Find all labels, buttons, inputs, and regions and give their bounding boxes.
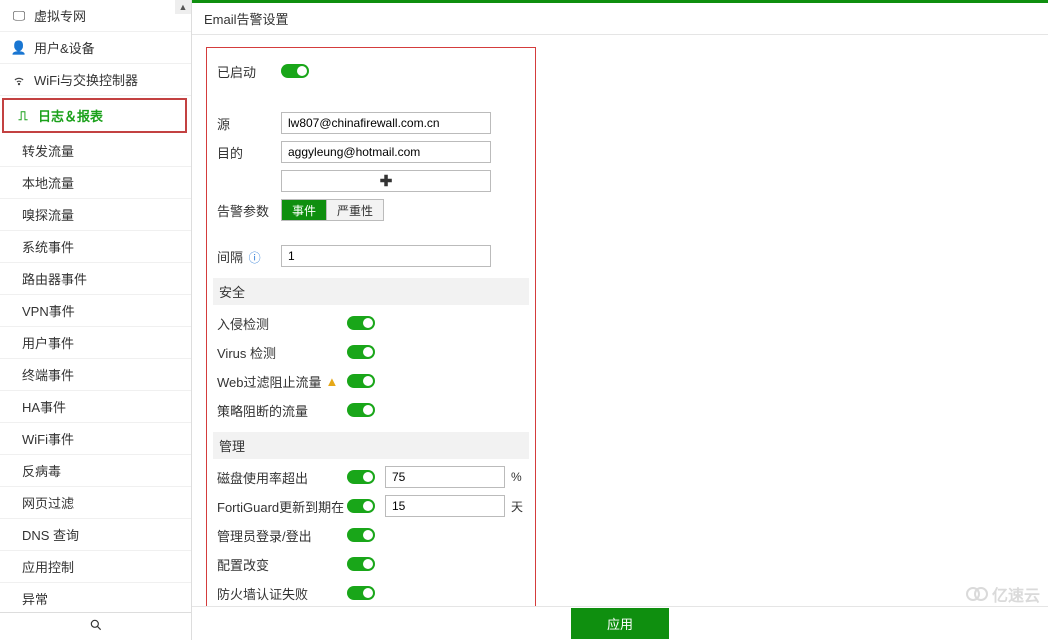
page-title: Email告警设置 bbox=[192, 3, 1048, 35]
tab-event[interactable]: 事件 bbox=[282, 200, 326, 220]
disk-label: 磁盘使用率超出 bbox=[217, 468, 347, 487]
source-input[interactable] bbox=[281, 112, 491, 134]
dest-label: 目的 bbox=[217, 143, 281, 162]
disk-toggle[interactable] bbox=[347, 470, 375, 484]
warning-icon: ▲ bbox=[326, 374, 339, 389]
settings-panel: 已启动 源 目的 ✚ bbox=[206, 47, 536, 640]
sec-item-1: Virus 检测 bbox=[217, 343, 347, 362]
sidebar-sub-6[interactable]: 用户事件 bbox=[0, 327, 191, 359]
section-manage: 管理 bbox=[213, 432, 529, 459]
sidebar-sub-0[interactable]: 转发流量 bbox=[0, 135, 191, 167]
enabled-toggle[interactable] bbox=[281, 64, 309, 78]
disk-input[interactable] bbox=[385, 466, 505, 488]
sidebar-label: 日志＆报表 bbox=[38, 106, 177, 125]
sidebar-sub-14[interactable]: 异常 bbox=[0, 583, 191, 612]
interval-label: 间隔 ⓘ bbox=[217, 247, 281, 266]
sidebar-sub-12[interactable]: DNS 查询 bbox=[0, 519, 191, 551]
sec-item-0: 入侵检测 bbox=[217, 314, 347, 333]
mgr-item-2: 防火墙认证失败 bbox=[217, 584, 347, 603]
mgr-item-1: 配置改变 bbox=[217, 555, 347, 574]
footer-bar: 应用 bbox=[192, 606, 1048, 640]
sec-toggle-0[interactable] bbox=[347, 316, 375, 330]
sidebar-label: 用户&设备 bbox=[34, 38, 183, 57]
sidebar-sub-4[interactable]: 路由器事件 bbox=[0, 263, 191, 295]
sidebar-sub-11[interactable]: 网页过滤 bbox=[0, 487, 191, 519]
sidebar-sub-8[interactable]: HA事件 bbox=[0, 391, 191, 423]
alarm-params-label: 告警参数 bbox=[217, 201, 281, 220]
source-label: 源 bbox=[217, 114, 281, 133]
sidebar-label: WiFi与交换控制器 bbox=[34, 70, 183, 89]
sec-toggle-1[interactable] bbox=[347, 345, 375, 359]
sec-item-3: 策略阻断的流量 bbox=[217, 401, 347, 420]
mgr-toggle-1[interactable] bbox=[347, 557, 375, 571]
sidebar-item-log-reports[interactable]: ⎍ 日志＆报表 bbox=[2, 98, 187, 133]
fortiguard-label: FortiGuard更新到期在 bbox=[217, 497, 347, 516]
sidebar-sub-1[interactable]: 本地流量 bbox=[0, 167, 191, 199]
tab-severity[interactable]: 严重性 bbox=[326, 200, 383, 220]
enabled-label: 已启动 bbox=[217, 62, 281, 81]
sec-toggle-3[interactable] bbox=[347, 403, 375, 417]
sidebar-sub-10[interactable]: 反病毒 bbox=[0, 455, 191, 487]
sidebar-search[interactable] bbox=[0, 612, 191, 640]
fortiguard-toggle[interactable] bbox=[347, 499, 375, 513]
sidebar-sub-5[interactable]: VPN事件 bbox=[0, 295, 191, 327]
monitor-icon: 🖵 bbox=[10, 8, 28, 24]
sidebar-sub-9[interactable]: WiFi事件 bbox=[0, 423, 191, 455]
fortiguard-input[interactable] bbox=[385, 495, 505, 517]
dest-input[interactable] bbox=[281, 141, 491, 163]
disk-unit: % bbox=[511, 470, 522, 484]
interval-input[interactable] bbox=[281, 245, 491, 267]
mgr-toggle-2[interactable] bbox=[347, 586, 375, 600]
search-icon bbox=[89, 618, 103, 635]
sidebar-item-wifi[interactable]: WiFi与交换控制器 bbox=[0, 64, 191, 96]
sidebar-sub-2[interactable]: 嗅探流量 bbox=[0, 199, 191, 231]
apply-button[interactable]: 应用 bbox=[571, 608, 669, 639]
alarm-tabs: 事件 严重性 bbox=[281, 199, 384, 221]
sec-toggle-2[interactable] bbox=[347, 374, 375, 388]
section-security: 安全 bbox=[213, 278, 529, 305]
bar-chart-icon: ⎍ bbox=[14, 108, 32, 124]
sidebar-item-users[interactable]: 👤 用户&设备 bbox=[0, 32, 191, 64]
sidebar-sub-13[interactable]: 应用控制 bbox=[0, 551, 191, 583]
sidebar-item-vpn[interactable]: 🖵 虚拟专网 bbox=[0, 0, 191, 32]
wifi-icon bbox=[10, 73, 28, 87]
sidebar-scroll-up[interactable]: ▲ bbox=[175, 0, 191, 14]
plus-icon: ✚ bbox=[380, 172, 393, 190]
sidebar-sub-3[interactable]: 系统事件 bbox=[0, 231, 191, 263]
fortiguard-unit: 天 bbox=[511, 498, 523, 515]
user-icon: 👤 bbox=[10, 40, 28, 56]
sidebar-sub-7[interactable]: 终端事件 bbox=[0, 359, 191, 391]
info-icon[interactable]: ⓘ bbox=[249, 251, 261, 265]
mgr-item-0: 管理员登录/登出 bbox=[217, 526, 347, 545]
mgr-toggle-0[interactable] bbox=[347, 528, 375, 542]
sec-item-2: Web过滤阻止流量▲ bbox=[217, 372, 347, 391]
add-dest-button[interactable]: ✚ bbox=[281, 170, 491, 192]
sidebar-label: 虚拟专网 bbox=[34, 6, 183, 25]
